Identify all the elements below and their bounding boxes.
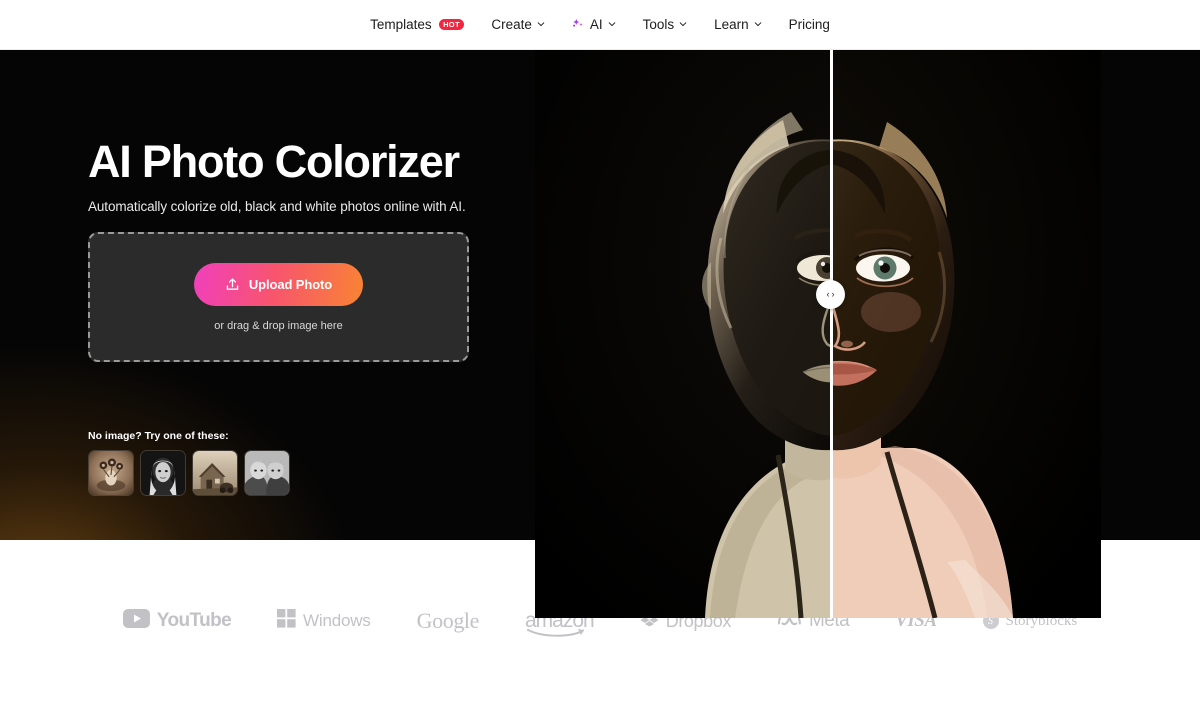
- nav-item-label: Create: [491, 17, 532, 32]
- chevron-down-icon: [679, 20, 687, 28]
- brand-logo-windows: Windows: [277, 609, 371, 633]
- before-after-compare[interactable]: ‹ ›: [535, 0, 1101, 618]
- upload-photo-button[interactable]: Upload Photo: [194, 262, 363, 306]
- nav-item-templates[interactable]: Templates HOT: [370, 17, 465, 32]
- sparkle-icon: [572, 18, 585, 31]
- nav-item-label: Tools: [642, 17, 675, 32]
- sample-images-label: No image? Try one of these:: [88, 430, 229, 442]
- nav-item-label: Templates: [370, 17, 432, 32]
- nav-item-create[interactable]: Create: [491, 17, 545, 32]
- nav-item-label: Pricing: [788, 17, 830, 32]
- page-root: Templates HOT Create AI Tools Learn Pric…: [0, 0, 1200, 710]
- upload-icon: [225, 277, 240, 292]
- main-navigation: Templates HOT Create AI Tools Learn Pric…: [0, 0, 1200, 50]
- compare-slider-handle[interactable]: ‹ ›: [816, 280, 845, 309]
- sample-thumb-sepia-barn-farmhouse[interactable]: [192, 450, 238, 496]
- brand-label: Windows: [303, 611, 371, 630]
- portrait-photo: [535, 0, 1101, 618]
- brand-label: YouTube: [156, 610, 232, 631]
- nav-item-ai[interactable]: AI: [572, 17, 616, 32]
- hero-copy: AI Photo Colorizer Automatically coloriz…: [88, 136, 488, 215]
- nav-item-learn[interactable]: Learn: [714, 17, 762, 32]
- page-title: AI Photo Colorizer: [88, 136, 460, 187]
- brand-logo-google: Google: [416, 608, 480, 634]
- sample-image-list: [88, 450, 290, 496]
- chevron-left-icon: ‹: [826, 289, 830, 299]
- brand-label: Google: [416, 608, 480, 633]
- upload-photo-label: Upload Photo: [248, 276, 333, 292]
- nav-item-tools[interactable]: Tools: [643, 17, 688, 32]
- compare-divider-line: [830, 0, 833, 618]
- windows-icon: [277, 609, 296, 633]
- chevron-right-icon: ›: [831, 289, 835, 299]
- nav-item-label: AI: [589, 17, 603, 32]
- hot-badge: HOT: [438, 18, 465, 31]
- youtube-icon: [122, 609, 150, 633]
- drag-drop-hint: or drag & drop image here: [214, 319, 343, 332]
- upload-dropzone[interactable]: Upload Photo or drag & drop image here: [88, 232, 469, 362]
- sample-thumb-sepia-flowers-vase[interactable]: [88, 450, 134, 496]
- chevron-down-icon: [537, 20, 545, 28]
- page-subtitle: Automatically colorize old, black and wh…: [88, 199, 466, 215]
- brand-logo-youtube: YouTube: [122, 609, 232, 633]
- nav-item-pricing[interactable]: Pricing: [789, 17, 830, 32]
- chevron-down-icon: [608, 20, 616, 28]
- chevron-down-icon: [754, 20, 762, 28]
- sample-thumb-bw-elderly-woman-portrait[interactable]: [140, 450, 186, 496]
- sample-thumb-bw-two-children[interactable]: [244, 450, 290, 496]
- nav-item-list: Templates HOT Create AI Tools Learn Pric…: [370, 17, 830, 32]
- nav-item-label: Learn: [714, 17, 749, 32]
